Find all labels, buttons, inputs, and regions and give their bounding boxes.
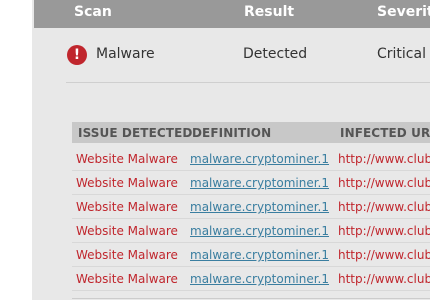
scan-severity: Critical (377, 46, 426, 62)
scan-result: Detected (243, 46, 308, 62)
header-result: Result (244, 4, 295, 20)
table-bottom-divider (72, 298, 430, 299)
definition-link[interactable]: malware.cryptominer.1 (190, 248, 329, 262)
alert-icon: ! (67, 45, 87, 65)
table-row: Website Malware malware.cryptominer.1 ht… (72, 242, 430, 267)
scan-name: Malware (96, 46, 155, 62)
header-scan: Scan (74, 4, 112, 20)
table-row: Website Malware malware.cryptominer.1 ht… (72, 146, 430, 171)
header-infected-url: INFECTED URL (340, 126, 430, 140)
definition-link[interactable]: malware.cryptominer.1 (190, 272, 329, 286)
table-row: Website Malware malware.cryptominer.1 ht… (72, 218, 430, 243)
table-row: Website Malware malware.cryptominer.1 ht… (72, 266, 430, 291)
definition-link[interactable]: malware.cryptominer.1 (190, 200, 329, 214)
issue-label: Website Malware (76, 272, 178, 286)
issue-label: Website Malware (76, 152, 178, 166)
issue-label: Website Malware (76, 224, 178, 238)
issue-label: Website Malware (76, 200, 178, 214)
issue-label: Website Malware (76, 248, 178, 262)
header-severity: Severity (377, 4, 430, 20)
issue-label: Website Malware (76, 176, 178, 190)
header-issue-detected: ISSUE DETECTED (78, 126, 193, 140)
infected-url: http://www.club (338, 272, 430, 286)
definition-link[interactable]: malware.cryptominer.1 (190, 152, 329, 166)
header-definition: DEFINITION (192, 126, 272, 140)
issues-table-header: ISSUE DETECTED DEFINITION INFECTED URL (72, 122, 430, 143)
definition-link[interactable]: malware.cryptominer.1 (190, 176, 329, 190)
table-row: Website Malware malware.cryptominer.1 ht… (72, 170, 430, 195)
definition-link[interactable]: malware.cryptominer.1 (190, 224, 329, 238)
table-row: Website Malware malware.cryptominer.1 ht… (72, 194, 430, 219)
infected-url: http://www.club (338, 200, 430, 214)
scan-row-malware: ! Malware Detected Critical (66, 28, 430, 83)
infected-url: http://www.club (338, 248, 430, 262)
infected-url: http://www.club (338, 224, 430, 238)
infected-url: http://www.club (338, 176, 430, 190)
scan-table-header: Scan Result Severity (34, 0, 430, 28)
infected-url: http://www.club (338, 152, 430, 166)
